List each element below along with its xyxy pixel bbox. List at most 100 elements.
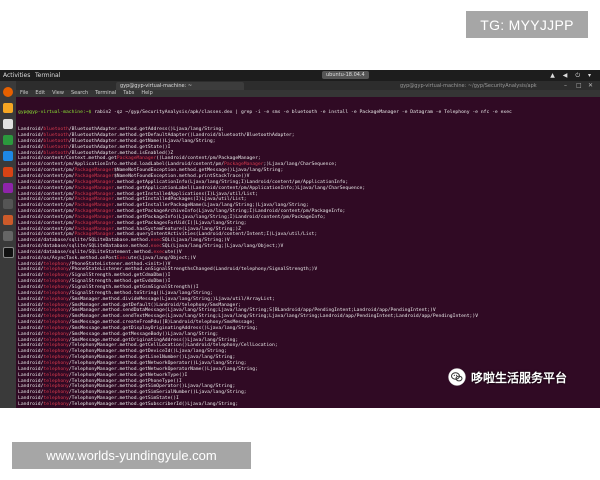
watermark-top: TG: MYYJJPP xyxy=(466,11,588,38)
line-text: .method.queryIntentActivities(Landroid/c… xyxy=(113,232,318,238)
system-tray[interactable]: ▲ ◀ ⏻ ▾ xyxy=(550,72,594,80)
line-text: Landroid/database/sqlite/SQLiteDatabase.… xyxy=(18,244,151,250)
line-text: /SmsMessage.method.getDisplayOriginating… xyxy=(68,325,258,331)
line-text: Landroid/content/pm/ xyxy=(18,179,75,185)
match-highlight: bluetooth xyxy=(43,127,69,133)
line-text: /TelephonyManager.method.getLine1Number(… xyxy=(68,355,236,361)
line-text: /BluetoothAdapter.method.isEnabled()Z xyxy=(68,150,174,156)
menu-bar: File Edit View Search Terminal Tabs Help xyxy=(16,90,600,97)
menu-tabs[interactable]: Tabs xyxy=(123,90,134,96)
line-text: /SmsMessage.method.getMessageBody()Ljava… xyxy=(68,331,219,337)
match-highlight: exec xyxy=(150,244,162,250)
line-text: /TelephonyManager.method.getNetworkOpera… xyxy=(68,360,247,366)
mail-icon[interactable] xyxy=(3,103,13,113)
match-highlight: PackageManager xyxy=(74,226,114,232)
line-text: Landroid/ xyxy=(18,273,44,279)
line-text: Landroid/content/pm/ xyxy=(18,220,75,226)
match-highlight: telephony xyxy=(43,396,69,402)
line-text: Landroid/database/sqlite/SQLiteStatement… xyxy=(18,249,154,255)
line-text: /SignalStrength.method.getGsmSignalStren… xyxy=(68,285,199,290)
ubuntu-desktop: Activities Terminal ubuntu-18.04.4 ▲ ◀ ⏻… xyxy=(0,70,600,408)
match-highlight: PackageManager xyxy=(74,197,114,203)
match-highlight: telephony xyxy=(43,267,69,273)
line-text: /TelephonyManager.method.getCellLocation… xyxy=(68,343,278,349)
match-highlight: telephony xyxy=(43,355,69,361)
line-text: SQL(Ljava/lang/String;[Ljava/lang/Object… xyxy=(161,244,284,250)
software-icon[interactable] xyxy=(3,167,13,177)
line-text: Landroid/ xyxy=(18,355,44,361)
tab-home[interactable]: gyp@gyp-virtual-machine: ~ xyxy=(116,82,244,90)
minimize-button[interactable]: – xyxy=(564,82,567,89)
menu-help[interactable]: Help xyxy=(141,90,152,96)
line-text: .method.getApplicationLabel(Landroid/con… xyxy=(113,185,366,191)
line-text: /BluetoothAdapter.method.getDefaultAdapt… xyxy=(68,133,295,139)
line-text: Landroid/ xyxy=(18,296,44,302)
menu-file[interactable]: File xyxy=(20,90,28,96)
line-text: ;)Ljava/lang/CharSequence; xyxy=(263,162,337,168)
line-text: Landroid/ xyxy=(18,325,44,331)
line-text: /BluetoothAdapter.method.getName()Ljava/… xyxy=(68,138,216,144)
title-bar: gyp@gyp-virtual-machine: ~ gyp@gyp-virtu… xyxy=(16,81,600,90)
files-icon[interactable] xyxy=(3,135,13,145)
match-highlight: telephony xyxy=(43,325,69,331)
match-highlight: bluetooth xyxy=(43,144,69,150)
line-text: $NameNotFoundException.method.getMessage… xyxy=(113,168,284,174)
match-highlight: PackageManager xyxy=(74,191,114,197)
line-text: /BluetoothAdapter.method.getState()I xyxy=(68,144,171,150)
line-text: .method.getInstalledPackages(I)Ljava/uti… xyxy=(113,197,247,203)
match-highlight: PackageManager xyxy=(74,179,114,185)
line-text: /TelephonyManager.method.getDeviceId()Lj… xyxy=(68,349,227,355)
terminal-icon[interactable] xyxy=(3,247,14,258)
line-text: Landroid/content/pm/ xyxy=(18,191,75,197)
match-highlight: telephony xyxy=(43,337,69,343)
help-icon[interactable] xyxy=(3,183,13,193)
line-text: /PhoneStateListener.method.<init>()V xyxy=(68,261,171,267)
wechat-icon xyxy=(448,368,466,386)
line-text: Landroid/ xyxy=(18,127,44,133)
line-text: Landroid/ xyxy=(18,378,44,384)
maximize-button[interactable]: □ xyxy=(576,82,582,89)
line-text: Landroid/ xyxy=(18,320,44,326)
match-highlight: telephony xyxy=(43,279,69,285)
line-text: Landroid/ xyxy=(18,366,44,372)
firefox-icon[interactable] xyxy=(3,87,13,97)
match-highlight: telephony xyxy=(43,285,69,290)
match-highlight: PackageManager xyxy=(74,220,114,226)
terminal-output[interactable]: gyp@gyp-virtual-machine:~$ rabin2 -qz ~/… xyxy=(18,98,598,406)
match-highlight: telephony xyxy=(43,378,69,384)
line-text: Landroid/content/pm/ xyxy=(18,226,75,232)
vm-badge[interactable]: ubuntu-18.04.4 xyxy=(322,71,369,79)
menu-search[interactable]: Search xyxy=(71,90,88,96)
wechat-logo: 哆啦生活服务平台 xyxy=(448,368,567,386)
dock xyxy=(0,81,16,408)
menu-view[interactable]: View xyxy=(52,90,64,96)
match-highlight: telephony xyxy=(43,320,69,326)
line-text: Landroid/ xyxy=(18,390,44,396)
activities-button[interactable]: Activities xyxy=(3,72,30,79)
close-button[interactable]: ✕ xyxy=(588,82,593,89)
rhythmbox-icon[interactable] xyxy=(3,119,13,129)
match-highlight: PackageManager xyxy=(74,232,114,238)
line-text: /TelephonyManager.method.getNetworkOpera… xyxy=(68,366,258,372)
line-text: Landroid/content/Context.method.get xyxy=(18,156,117,162)
match-highlight: telephony xyxy=(43,261,69,267)
line-text: Landroid/content/pm/ xyxy=(18,209,75,215)
match-highlight: telephony xyxy=(43,290,69,296)
line-text: Landroid/ xyxy=(18,138,44,144)
app-icon[interactable] xyxy=(3,199,13,209)
tab-apk[interactable]: gyp@gyp-virtual-machine: ~/gyp/SecurityA… xyxy=(396,82,554,90)
line-text: /SmsManager.method.getDefault()Landroid/… xyxy=(68,302,241,308)
match-highlight: telephony xyxy=(43,349,69,355)
menu-edit[interactable]: Edit xyxy=(35,90,45,96)
line-text: /SmsMessage.method.getOriginatingAddress… xyxy=(68,337,239,343)
menu-terminal[interactable]: Terminal xyxy=(95,90,116,96)
match-highlight: Exec xyxy=(116,255,129,261)
app-menu-terminal[interactable]: Terminal xyxy=(35,72,60,79)
writer-icon[interactable] xyxy=(3,151,13,161)
match-highlight: exec xyxy=(150,238,162,244)
amazon-icon[interactable] xyxy=(3,215,13,225)
line-text: Landroid/ xyxy=(18,396,44,402)
app-icon-2[interactable] xyxy=(3,231,13,241)
line-text: Landroid/ xyxy=(18,372,44,378)
match-highlight: bluetooth xyxy=(43,150,69,156)
